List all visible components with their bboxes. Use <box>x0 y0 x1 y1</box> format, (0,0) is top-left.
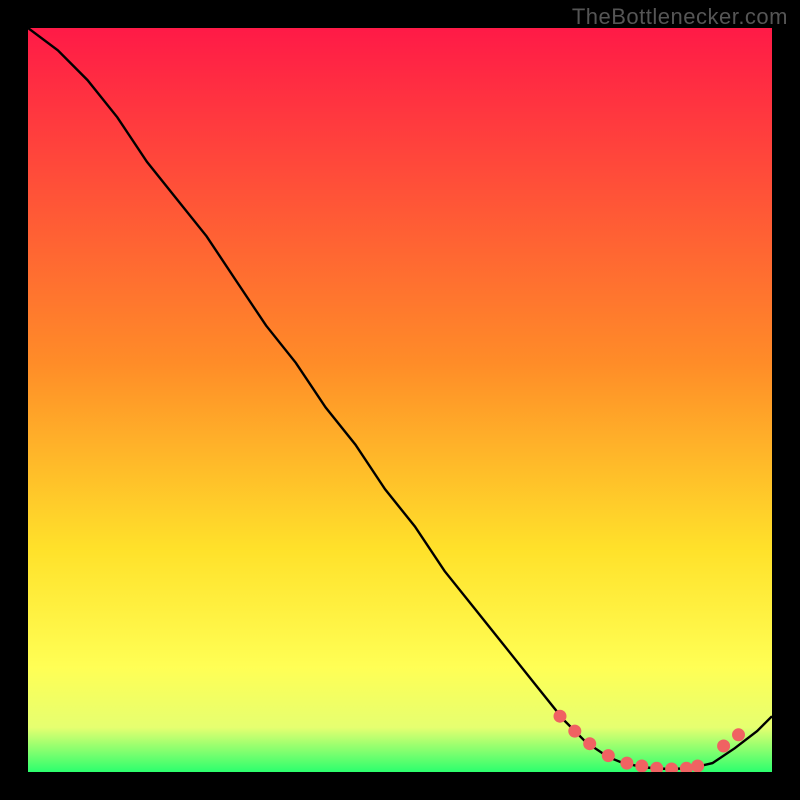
marker-dot <box>691 760 704 773</box>
plot-svg <box>28 28 772 772</box>
marker-dot <box>583 737 596 750</box>
marker-dot <box>568 725 581 738</box>
gradient-bg <box>28 28 772 772</box>
bottleneck-plot <box>28 28 772 772</box>
marker-dot <box>717 740 730 753</box>
marker-dot <box>554 710 567 723</box>
marker-dot <box>620 757 633 770</box>
marker-dot <box>635 760 648 773</box>
marker-dot <box>602 749 615 762</box>
marker-dot <box>732 728 745 741</box>
chart-stage: TheBottlenecker.com <box>0 0 800 800</box>
watermark-label: TheBottlenecker.com <box>572 4 788 30</box>
